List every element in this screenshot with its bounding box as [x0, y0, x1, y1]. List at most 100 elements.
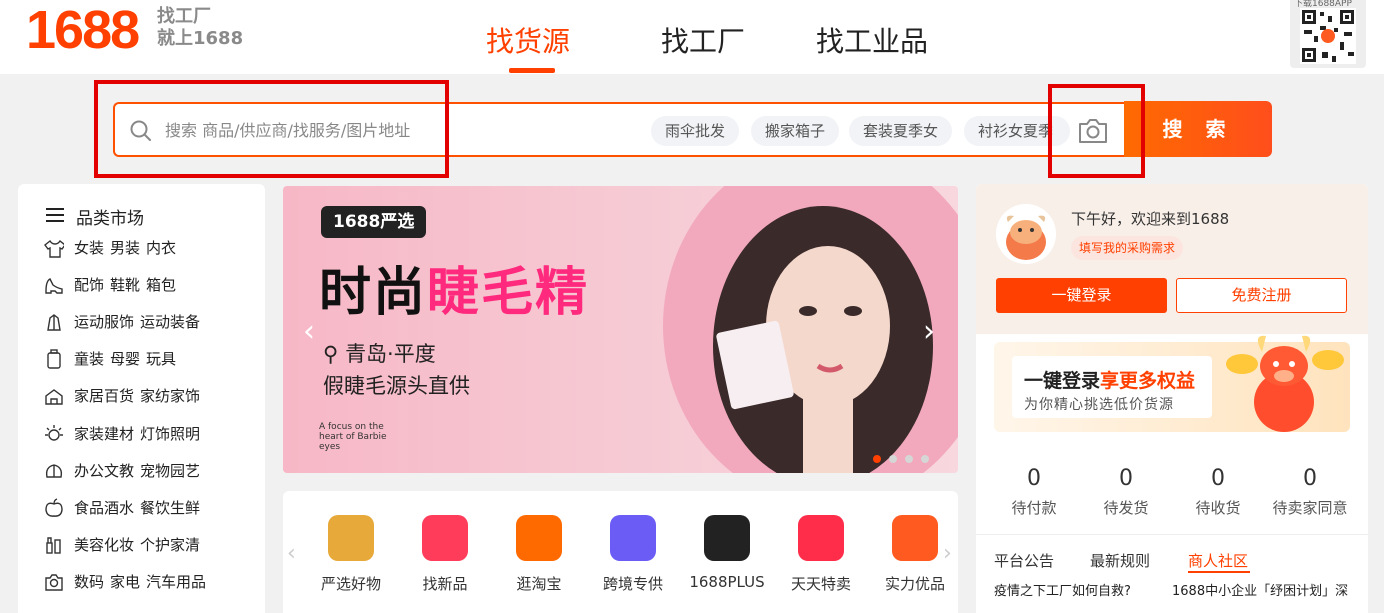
category-link[interactable]: 宠物园艺	[140, 462, 200, 480]
app-download[interactable]: 下载1688APP	[1290, 0, 1366, 68]
category-link[interactable]: 食品酒水	[74, 499, 134, 517]
service-item[interactable]: 逛淘宝	[494, 515, 584, 594]
category-title[interactable]: 品类市场	[46, 204, 144, 229]
carousel-dot[interactable]	[873, 455, 881, 463]
banner-subtitle: 假睫毛源头直供	[323, 374, 470, 398]
service-icon	[892, 515, 938, 561]
carousel-dot[interactable]	[921, 455, 929, 463]
notice-item[interactable]: 1688中小企业「纾困计划」深	[1172, 580, 1362, 599]
promo-subtitle: 为你精心挑选低价货源	[1024, 397, 1174, 413]
order-label: 待卖家同意	[1272, 499, 1348, 517]
tab-platform-notice[interactable]: 平台公告	[994, 550, 1054, 571]
category-links: 女装 男装 内衣	[74, 236, 182, 260]
camera-icon	[45, 574, 63, 591]
category-link[interactable]: 运动装备	[140, 313, 200, 331]
category-link[interactable]: 母婴	[110, 350, 140, 368]
order-label: 待发货	[1103, 499, 1149, 517]
service-label: 找新品	[422, 575, 468, 593]
category-link[interactable]: 家电	[110, 573, 140, 591]
order-count: 0	[1303, 466, 1317, 491]
order-status[interactable]: 0 待付款	[988, 466, 1080, 518]
register-button[interactable]: 免费注册	[1176, 278, 1347, 313]
service-icon	[610, 515, 656, 561]
slogan-line-2: 就上1688	[157, 28, 244, 49]
search-button[interactable]: 搜 索	[1124, 101, 1272, 157]
category-link[interactable]: 运动服饰	[74, 313, 134, 331]
promo-title-part-2: 享更多权益	[1100, 370, 1196, 392]
category-title-label: 品类市场	[76, 209, 144, 229]
category-link[interactable]: 灯饰照明	[140, 425, 200, 443]
order-count: 0	[1027, 466, 1041, 491]
service-item[interactable]: 1688PLUS	[682, 515, 772, 591]
category-link[interactable]: 个护家清	[140, 536, 200, 554]
banner-next-arrow[interactable]: ›	[923, 314, 935, 349]
hot-search-tag[interactable]: 雨伞批发	[651, 116, 740, 146]
top-header: 1688 找工厂 就上1688 找货源 找工厂 找工业品 下载1688APP	[0, 0, 1384, 74]
divider	[976, 534, 1368, 535]
category-link[interactable]: 餐饮生鲜	[140, 499, 200, 517]
promo-text-box: 一键登录享更多权益 为你精心挑选低价货源	[1012, 356, 1212, 418]
tab-latest-rules[interactable]: 最新规则	[1090, 550, 1150, 571]
food-icon	[45, 498, 63, 517]
category-link[interactable]: 男装	[110, 239, 140, 257]
tab-find-goods[interactable]: 找货源	[486, 24, 570, 60]
menu-icon	[46, 208, 64, 222]
category-link[interactable]: 鞋靴	[110, 276, 140, 294]
category-link[interactable]: 配饰	[74, 276, 104, 294]
category-link[interactable]: 家纺家饰	[140, 387, 200, 405]
hot-search-tag[interactable]: 搬家箱子	[751, 116, 840, 146]
service-item[interactable]: 找新品	[400, 515, 490, 594]
purchase-request-tag[interactable]: 填写我的采购需求	[1071, 236, 1184, 260]
hot-search-tag[interactable]: 套装夏季女	[849, 116, 953, 146]
logo[interactable]: 1688	[26, 0, 140, 60]
services-prev-arrow[interactable]: ‹	[287, 541, 296, 566]
tshirt-icon	[44, 239, 64, 258]
category-link[interactable]: 内衣	[146, 239, 176, 257]
category-link[interactable]: 箱包	[146, 276, 176, 294]
tab-find-factory[interactable]: 找工厂	[661, 24, 745, 60]
banner-badge: 1688严选	[321, 206, 427, 238]
service-item[interactable]: 天天特卖	[776, 515, 866, 594]
carousel-dot[interactable]	[889, 455, 897, 463]
category-link[interactable]: 童装	[74, 350, 104, 368]
banner-location: ⚲ 青岛·平度	[323, 338, 436, 368]
carousel-dots[interactable]	[873, 448, 937, 467]
service-item[interactable]: 实力优品	[870, 515, 960, 594]
category-link[interactable]: 家装建材	[74, 425, 134, 443]
headline-part-2: 睫毛精	[427, 263, 590, 323]
banner-prev-arrow[interactable]: ‹	[303, 314, 315, 349]
greeting-text: 下午好，欢迎来到1688	[1071, 210, 1230, 228]
category-link[interactable]: 女装	[74, 239, 104, 257]
order-status[interactable]: 0 待卖家同意	[1264, 466, 1356, 518]
promo-banner[interactable]: 1688严选 时尚睫毛精 ⚲ 青岛·平度 假睫毛源头直供 A focus on …	[283, 186, 958, 473]
service-label: 严选好物	[320, 575, 381, 593]
notice-item[interactable]: 疫情之下工厂如何自救?	[994, 580, 1131, 599]
category-link[interactable]: 家居百货	[74, 387, 134, 405]
lamp-icon	[45, 424, 63, 441]
category-link[interactable]: 玩具	[146, 350, 176, 368]
quick-login-button[interactable]: 一键登录	[996, 278, 1167, 313]
login-promo-card[interactable]: 一键登录享更多权益 为你精心挑选低价货源	[994, 335, 1350, 432]
order-status[interactable]: 0 待收货	[1172, 466, 1264, 518]
service-item[interactable]: 跨境专供	[588, 515, 678, 594]
service-label: 天天特卖	[790, 575, 851, 593]
category-link[interactable]: 数码	[74, 573, 104, 591]
service-item[interactable]: 严选好物	[306, 515, 396, 594]
category-link[interactable]: 办公文教	[74, 462, 134, 480]
category-link[interactable]: 美容化妆	[74, 536, 134, 554]
carousel-dot[interactable]	[905, 455, 913, 463]
promo-title: 一键登录享更多权益	[1024, 366, 1195, 393]
category-links: 运动服饰 运动装备	[74, 310, 206, 334]
category-link[interactable]: 汽车用品	[146, 573, 206, 591]
location-text: 青岛·平度	[345, 342, 436, 366]
order-status[interactable]: 0 待发货	[1080, 466, 1172, 518]
category-links: 家装建材 灯饰照明	[74, 422, 206, 446]
service-icon	[798, 515, 844, 561]
home-icon	[45, 389, 63, 406]
tab-merchant-community[interactable]: 商人社区	[1188, 550, 1248, 571]
order-count: 0	[1119, 466, 1133, 491]
tab-find-industrial[interactable]: 找工业品	[816, 24, 928, 60]
category-links: 办公文教 宠物园艺	[74, 459, 206, 483]
service-icon	[704, 515, 750, 561]
ox-mascot-icon	[1226, 335, 1344, 432]
